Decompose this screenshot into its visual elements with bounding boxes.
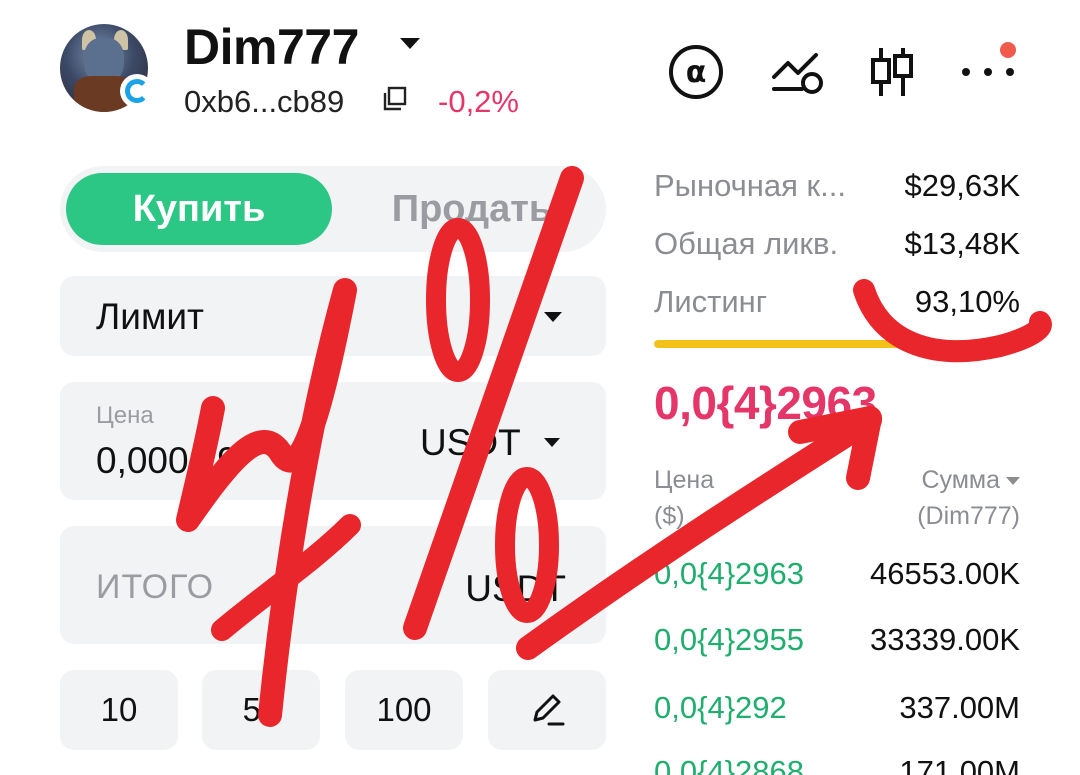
sell-tab[interactable]: Продать	[342, 173, 602, 245]
quick-amount-button[interactable]: 50	[202, 670, 320, 750]
quick-amount-button[interactable]: 100	[345, 670, 463, 750]
listing-progress-bar	[654, 340, 1020, 348]
liquidity-label: Общая ликв.	[654, 226, 839, 261]
sort-down-icon	[1006, 477, 1020, 486]
current-price: 0,0{4}2963	[654, 377, 877, 429]
svg-text:α: α	[686, 55, 707, 90]
market-cap-value: $29,63K	[904, 168, 1021, 203]
price-value[interactable]: 0,000 29	[96, 440, 238, 482]
price-value-tail: 29	[196, 440, 238, 481]
liquidity-value: $13,48K	[904, 226, 1021, 261]
orderbook-amount-header-line2: (Dim777)	[917, 502, 1020, 530]
orderbook-price: 0,0{4}2963	[654, 556, 805, 591]
notification-dot	[1000, 42, 1016, 58]
chart-trend-icon[interactable]	[768, 42, 828, 102]
chain-badge-icon	[120, 74, 154, 108]
token-name[interactable]: Dim777	[184, 18, 359, 76]
quick-amount-button[interactable]: 10	[60, 670, 178, 750]
orderbook-price: 0,0{4}2868	[654, 754, 805, 775]
listing-label: Листинг	[654, 284, 768, 319]
price-currency[interactable]: USDT	[420, 422, 521, 464]
buy-sell-toggle: Купить Продать	[60, 166, 606, 252]
chevron-down-icon[interactable]	[544, 438, 560, 447]
at-sign-icon[interactable]: α	[666, 42, 726, 102]
price-change: -0,2%	[438, 84, 519, 119]
edit-pencil-icon	[533, 694, 565, 726]
order-type-select[interactable]: Лимит	[60, 276, 606, 356]
order-type-label: Лимит	[96, 296, 205, 337]
orderbook-amount: 171.00M	[899, 754, 1020, 775]
orderbook-price-header-line2: ($)	[654, 502, 685, 530]
listing-progress-fill	[654, 340, 995, 348]
chevron-down-icon	[544, 312, 562, 322]
orderbook-amount-header[interactable]: Сумма (Dim777)	[917, 462, 1020, 534]
orderbook-amount-header-line1: Сумма	[921, 466, 1000, 494]
orderbook-price-header-line1: Цена	[654, 466, 715, 494]
price-value-main: 0,000	[96, 440, 189, 481]
total-label: ИТОГО	[96, 568, 215, 606]
contract-address: 0xb6...cb89	[184, 84, 345, 119]
chevron-down-icon[interactable]	[400, 38, 420, 49]
listing-value: 93,10%	[914, 284, 1020, 319]
copy-icon[interactable]	[382, 86, 408, 112]
orderbook-amount: 337.00M	[899, 690, 1020, 725]
orderbook-row[interactable]: 0,0{4}292 337.00M	[654, 690, 1020, 730]
edit-amounts-button[interactable]	[488, 670, 606, 750]
orderbook-price: 0,0{4}2955	[654, 622, 805, 657]
orderbook-row[interactable]: 0,0{4}2963 46553.00K	[654, 556, 1020, 596]
orderbook-price-header: Цена ($)	[654, 462, 774, 534]
market-cap-label: Рыночная к...	[654, 168, 846, 203]
orderbook-price: 0,0{4}292	[654, 690, 787, 725]
price-input[interactable]: Цена 0,000 29 USDT	[60, 382, 606, 500]
orderbook-row[interactable]: 0,0{4}2868 171.00M	[654, 754, 1020, 775]
total-currency: USDT	[465, 568, 566, 609]
candlestick-icon[interactable]	[862, 42, 922, 102]
buy-tab[interactable]: Купить	[66, 173, 332, 245]
orderbook-row[interactable]: 0,0{4}2955 33339.00K	[654, 622, 1020, 662]
price-label: Цена	[96, 402, 154, 429]
orderbook-amount: 33339.00K	[870, 622, 1020, 657]
orderbook-amount: 46553.00K	[870, 556, 1020, 591]
total-input[interactable]: ИТОГО USDT	[60, 526, 606, 644]
